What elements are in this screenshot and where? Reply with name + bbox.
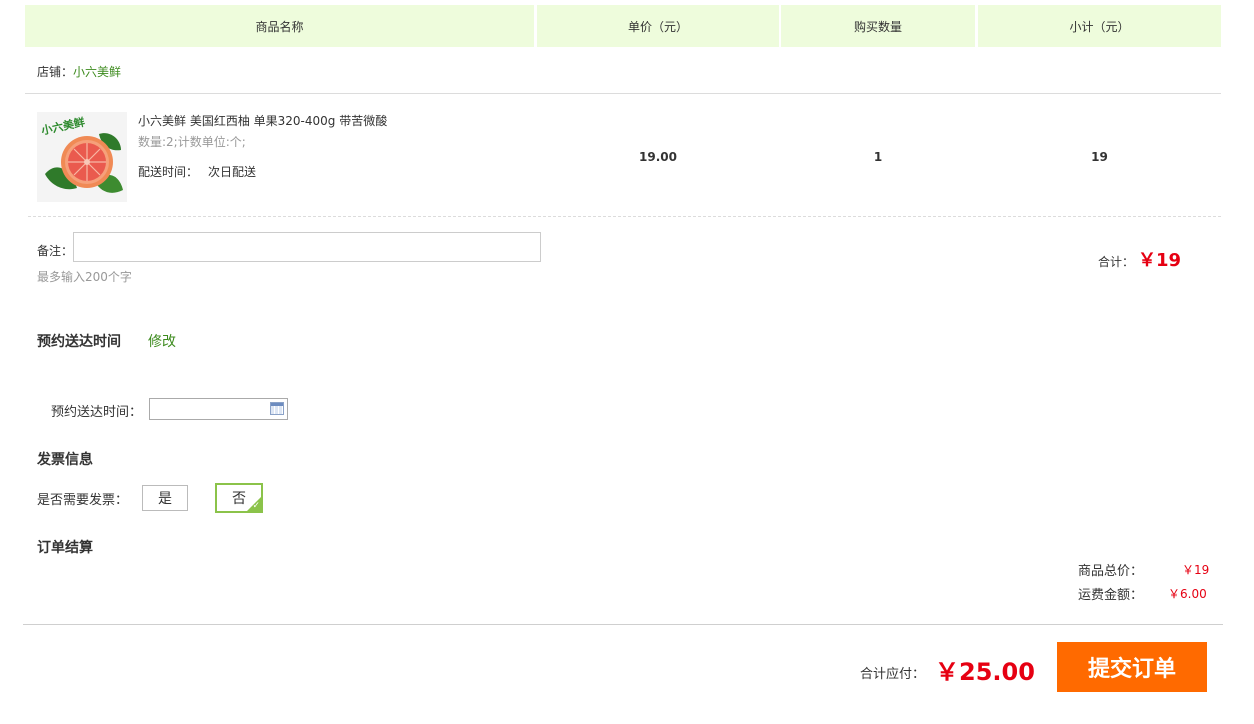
shipping-value: ￥6.00: [1168, 587, 1207, 601]
goods-total-label: 商品总价：: [1078, 564, 1144, 579]
header-subtotal: 小计（元）: [978, 5, 1221, 47]
shop-line: 店铺：小六美鲜: [37, 63, 121, 80]
goods-total-value: ￥19: [1182, 563, 1210, 577]
shop-name-link[interactable]: 小六美鲜: [73, 65, 121, 79]
header-unit-price: 单价（元）: [537, 5, 779, 47]
product-spec: 数量:2;计数单位:个;: [138, 135, 246, 149]
footer-divider: [23, 624, 1223, 625]
delivery-time: 配送时间： 次日配送: [138, 163, 256, 180]
invoice-option-no-label: 否: [232, 491, 246, 507]
invoice-question: 是否需要发票：: [37, 493, 129, 508]
invoice-option-yes-label: 是: [158, 491, 172, 507]
shipping-label: 运费金额：: [1078, 588, 1144, 603]
invoice-option-yes[interactable]: 是: [142, 485, 188, 511]
unit-price: 19.00: [639, 150, 677, 164]
divider: [25, 93, 1221, 94]
calendar-icon[interactable]: [270, 402, 284, 415]
header-product-name: 商品名称: [25, 5, 534, 47]
header-product-name-text: 商品名称: [255, 19, 304, 34]
header-subtotal-text: 小计（元）: [1069, 19, 1130, 34]
settlement-title: 订单结算: [37, 540, 93, 556]
header-quantity: 购买数量: [781, 5, 975, 47]
product-image[interactable]: 小六美鲜: [37, 112, 127, 202]
schedule-date-input[interactable]: [149, 398, 288, 420]
submit-order-button[interactable]: 提交订单: [1057, 642, 1207, 692]
header-quantity-text: 购买数量: [853, 19, 902, 34]
note-label: 备注：: [37, 244, 74, 258]
delivery-time-label: 配送时间：: [138, 165, 199, 179]
quantity: 1: [873, 150, 883, 164]
check-icon: ✓: [252, 501, 260, 511]
invoice-option-no[interactable]: 否 ✓: [215, 483, 263, 513]
dashed-divider: [28, 216, 1221, 217]
header-unit-price-text: 单价（元）: [627, 19, 688, 34]
product-name-link[interactable]: 小六美鲜 美国红西柚 单果320-400g 带苦微酸: [138, 112, 387, 129]
subtotal: 19: [1091, 150, 1108, 164]
note-hint: 最多输入200个字: [37, 270, 132, 284]
note-input[interactable]: [73, 232, 541, 262]
invoice-title: 发票信息: [37, 452, 93, 468]
total-value: ￥19: [1138, 250, 1182, 271]
schedule-field-label: 预约送达时间：: [51, 405, 143, 420]
shop-label: 店铺：: [37, 65, 74, 79]
pay-label: 合计应付：: [860, 667, 926, 682]
delivery-time-value: 次日配送: [208, 165, 257, 179]
pay-value: ￥25.00: [935, 658, 1035, 686]
total-label: 合计：: [1098, 255, 1135, 269]
schedule-title: 预约送达时间: [37, 334, 121, 350]
schedule-edit-link[interactable]: 修改: [148, 331, 176, 351]
